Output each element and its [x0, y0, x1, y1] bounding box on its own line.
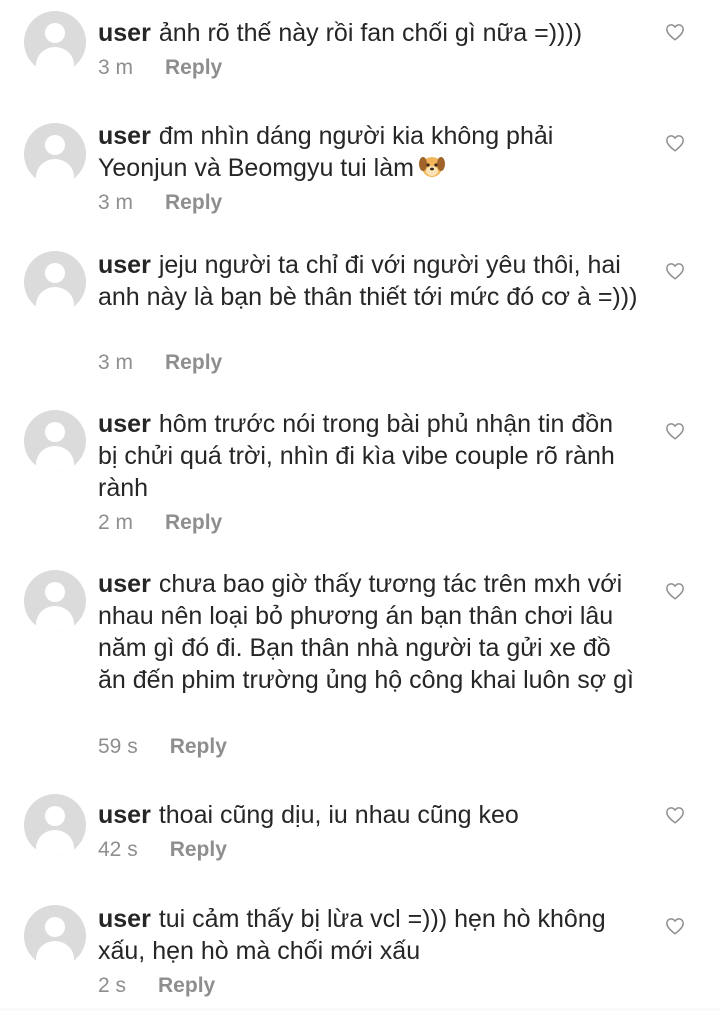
comment-time: 59 s [98, 735, 138, 758]
comment-meta: 2 m Reply [98, 510, 222, 536]
comment-text: user ảnh rõ thế này rồi fan chối gì nữa =… [98, 17, 638, 49]
avatar-head-shape [45, 422, 65, 442]
comment-text: user chưa bao giờ thấy tương tác trên mxh… [98, 568, 638, 696]
heart-icon[interactable] [665, 422, 685, 440]
reply-button[interactable]: Reply [165, 510, 222, 536]
comment-username[interactable]: user [98, 19, 151, 47]
avatar-shoulders-shape [36, 446, 74, 472]
comment-meta: 3 m Reply [98, 55, 222, 81]
avatar-shoulders-shape [36, 287, 74, 313]
comment-meta: 3 m Reply [98, 350, 222, 376]
reply-button[interactable]: Reply [170, 734, 227, 760]
avatar[interactable] [24, 123, 86, 185]
avatar-shoulders-shape [36, 830, 74, 856]
reply-button[interactable]: Reply [165, 55, 222, 81]
comment-body: ảnh rõ thế này rồi fan chối gì nữa =)))) [158, 19, 583, 47]
comment-time: 42 s [98, 838, 138, 861]
comment-username[interactable]: user [98, 905, 151, 933]
comment-body: jeju người ta chỉ đi với người yêu thôi,… [98, 251, 638, 311]
comment-body: thoai cũng dịu, iu nhau cũng keo [158, 801, 519, 829]
comment-meta: 3 m Reply [98, 190, 222, 216]
reply-button[interactable]: Reply [170, 837, 227, 863]
avatar-shoulders-shape [36, 606, 74, 632]
comment-meta: 59 s Reply [98, 734, 227, 760]
avatar-head-shape [45, 135, 65, 155]
avatar-head-shape [45, 263, 65, 283]
comment-text: user thoai cũng dịu, iu nhau cũng keo [98, 799, 638, 831]
comment-time: 3 m [98, 56, 134, 79]
comment-time: 3 m [98, 191, 134, 214]
dog-face-emoji-icon [418, 157, 445, 177]
comment-time: 2 m [98, 511, 134, 534]
comment-text: user đm nhìn dáng người kia không phải Ye… [98, 120, 638, 184]
heart-icon[interactable] [665, 917, 685, 935]
avatar-head-shape [45, 917, 65, 937]
comment-text: user hôm trước nói trong bài phủ nhận tin… [98, 408, 638, 504]
heart-icon[interactable] [665, 262, 685, 280]
avatar[interactable] [24, 794, 86, 856]
comment-username[interactable]: user [98, 410, 151, 438]
avatar-head-shape [45, 582, 65, 602]
heart-icon[interactable] [665, 806, 685, 824]
comment-body: đm nhìn dáng người kia không phải Yeonju… [98, 122, 554, 182]
heart-icon[interactable] [665, 23, 685, 41]
avatar[interactable] [24, 570, 86, 632]
avatar-head-shape [45, 23, 65, 43]
comment-meta: 2 s Reply [98, 973, 215, 999]
heart-icon[interactable] [665, 134, 685, 152]
avatar[interactable] [24, 11, 86, 73]
reply-button[interactable]: Reply [165, 350, 222, 376]
reply-button[interactable]: Reply [158, 973, 215, 999]
avatar-shoulders-shape [36, 941, 74, 967]
reply-button[interactable]: Reply [165, 190, 222, 216]
comment-username[interactable]: user [98, 570, 151, 598]
avatar-shoulders-shape [36, 159, 74, 185]
comment-time: 2 s [98, 974, 127, 997]
comment-body: tui cảm thấy bị lừa vcl =))) hẹn hò khôn… [98, 905, 606, 965]
comment-username[interactable]: user [98, 122, 151, 150]
comment-text: user tui cảm thấy bị lừa vcl =))) hẹn hò … [98, 903, 638, 967]
comment-meta: 42 s Reply [98, 837, 227, 863]
avatar[interactable] [24, 410, 86, 472]
avatar[interactable] [24, 251, 86, 313]
heart-icon[interactable] [665, 582, 685, 600]
comment-text: user jeju người ta chỉ đi với người yêu t… [98, 249, 638, 313]
avatar-shoulders-shape [36, 47, 74, 73]
comment-username[interactable]: user [98, 801, 151, 829]
comment-time: 3 m [98, 351, 134, 374]
comment-body: chưa bao giờ thấy tương tác trên mxh với… [98, 570, 634, 694]
comment-username[interactable]: user [98, 251, 151, 279]
comment-body: hôm trước nói trong bài phủ nhận tin đồn… [98, 410, 615, 502]
avatar[interactable] [24, 905, 86, 967]
avatar-head-shape [45, 806, 65, 826]
